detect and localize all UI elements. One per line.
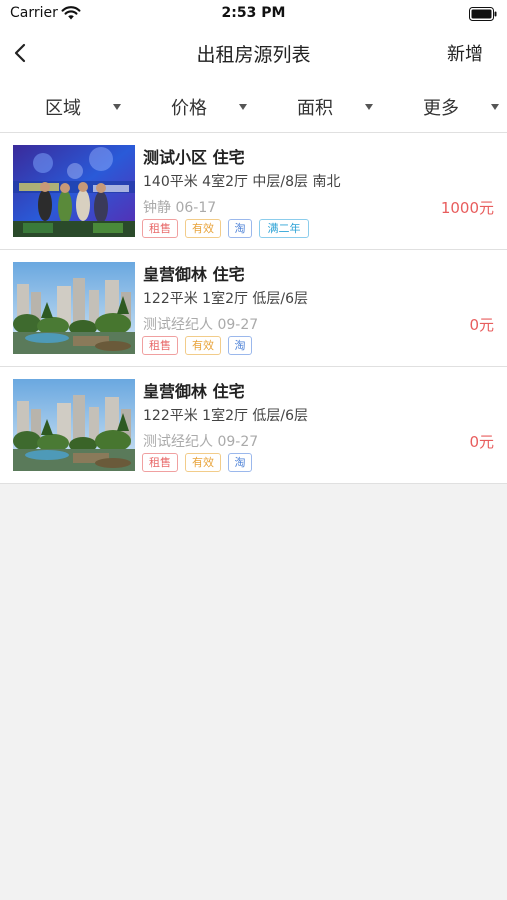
filter-size[interactable]: 面积 bbox=[297, 94, 377, 119]
tag-rent: 租售 bbox=[142, 219, 178, 238]
listing-details: 140平米 4室2厅 中层/8层 南北 bbox=[143, 174, 341, 190]
listing-agent-date: 测试经纪人 09-27 bbox=[143, 434, 259, 450]
listing-row[interactable]: 皇营御林 住宅 122平米 1室2厅 低层/6层 测试经纪人 09-27 0元 … bbox=[0, 367, 507, 484]
listing-price: 0元 bbox=[469, 433, 494, 451]
filter-price[interactable]: 价格 bbox=[171, 94, 251, 119]
filter-label: 面积 bbox=[297, 98, 333, 119]
status-bar: Carrier 2:53 PM bbox=[0, 0, 507, 28]
filter-more[interactable]: 更多 bbox=[423, 94, 503, 119]
listing-thumbnail bbox=[13, 262, 135, 354]
listing-price: 1000元 bbox=[440, 199, 494, 217]
listing-price: 0元 bbox=[469, 316, 494, 334]
dropdown-arrow-icon bbox=[113, 104, 121, 110]
tag-two-years: 满二年 bbox=[259, 219, 309, 238]
filter-label: 区域 bbox=[45, 98, 81, 119]
navigation-bar: 出租房源列表 新增 bbox=[0, 28, 507, 78]
listing-title: 测试小区 住宅 bbox=[143, 148, 245, 167]
tag-valid: 有效 bbox=[185, 219, 221, 238]
add-button[interactable]: 新增 bbox=[447, 40, 483, 66]
filter-label: 价格 bbox=[171, 98, 207, 119]
listing-row[interactable]: 测试小区 住宅 140平米 4室2厅 中层/8层 南北 钟静 06-17 100… bbox=[0, 133, 507, 250]
status-time: 2:53 PM bbox=[221, 5, 286, 21]
tag-tao: 淘 bbox=[228, 453, 252, 472]
dropdown-arrow-icon bbox=[491, 104, 499, 110]
listing-agent-date: 测试经纪人 09-27 bbox=[143, 317, 259, 333]
tag-valid: 有效 bbox=[185, 336, 221, 355]
listing-row[interactable]: 皇营御林 住宅 122平米 1室2厅 低层/6层 测试经纪人 09-27 0元 … bbox=[0, 250, 507, 367]
listing-thumbnail bbox=[13, 145, 135, 237]
dropdown-arrow-icon bbox=[239, 104, 247, 110]
tag-tao: 淘 bbox=[228, 219, 252, 238]
tag-valid: 有效 bbox=[185, 453, 221, 472]
filter-area[interactable]: 区域 bbox=[45, 94, 125, 119]
filter-label: 更多 bbox=[423, 98, 459, 119]
dropdown-arrow-icon bbox=[365, 104, 373, 110]
listing-title: 皇营御林 住宅 bbox=[143, 382, 245, 401]
battery-icon bbox=[469, 6, 497, 21]
page-title: 出租房源列表 bbox=[196, 44, 311, 66]
listing-title: 皇营御林 住宅 bbox=[143, 265, 245, 284]
tag-rent: 租售 bbox=[142, 336, 178, 355]
listing-thumbnail bbox=[13, 379, 135, 471]
listing-details: 122平米 1室2厅 低层/6层 bbox=[143, 291, 309, 307]
filter-bar: 区域 价格 面积 更多 bbox=[0, 78, 507, 133]
tag-rent: 租售 bbox=[142, 453, 178, 472]
listing-list: 测试小区 住宅 140平米 4室2厅 中层/8层 南北 钟静 06-17 100… bbox=[0, 133, 507, 484]
tag-tao: 淘 bbox=[228, 336, 252, 355]
listing-details: 122平米 1室2厅 低层/6层 bbox=[143, 408, 309, 424]
listing-agent-date: 钟静 06-17 bbox=[143, 200, 217, 216]
